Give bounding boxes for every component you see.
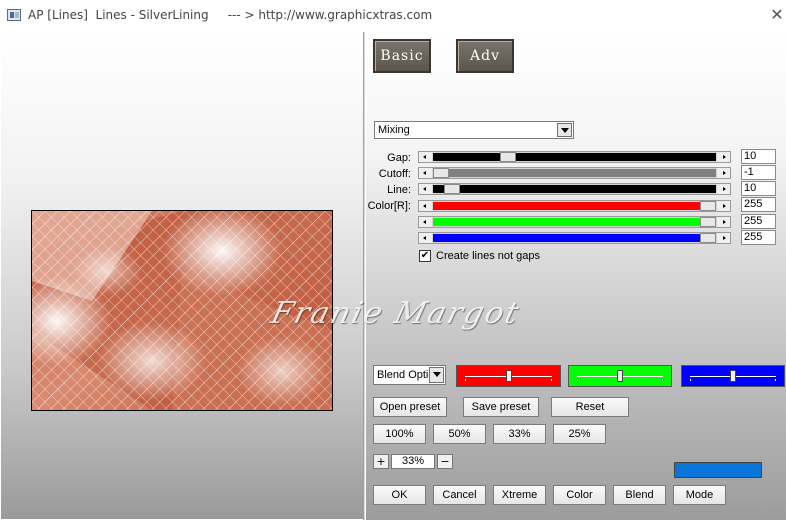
slider-track[interactable] <box>433 202 716 210</box>
arrow-left-icon[interactable] <box>419 168 432 178</box>
zoom-level[interactable]: 33% <box>391 454 435 469</box>
arrow-right-icon[interactable] <box>717 184 730 194</box>
red-slider[interactable] <box>418 200 731 212</box>
cancel-button[interactable]: Cancel <box>433 485 486 505</box>
create-lines-checkbox[interactable]: ✔ <box>419 250 431 262</box>
blue-slider[interactable] <box>418 232 731 244</box>
gap-slider[interactable] <box>418 151 731 163</box>
tab-basic[interactable]: Basic <box>373 39 431 73</box>
cutoff-slider[interactable] <box>418 167 731 179</box>
line-value[interactable]: 10 <box>741 181 776 196</box>
slider-label-color-r: Color[R]: <box>367 200 411 212</box>
slider-track[interactable] <box>433 185 716 193</box>
blend-options-value: Blend Options <box>377 369 429 381</box>
close-icon[interactable]: ✕ <box>768 6 786 24</box>
color-swatch[interactable] <box>674 462 762 478</box>
slider-track[interactable] <box>433 153 716 161</box>
ok-button[interactable]: OK <box>373 485 426 505</box>
arrow-left-icon[interactable] <box>419 184 432 194</box>
arrow-right-icon[interactable] <box>717 201 730 211</box>
watermark: Franie Margot <box>267 296 524 331</box>
green-slider[interactable] <box>418 216 731 228</box>
color-button[interactable]: Color <box>553 485 606 505</box>
slider-thumb[interactable] <box>617 370 623 382</box>
zoom-50-button[interactable]: 50% <box>433 424 486 444</box>
red-value[interactable]: 255 <box>741 197 776 212</box>
create-lines-label: Create lines not gaps <box>436 250 540 262</box>
mode-dropdown-value: Mixing <box>378 124 410 136</box>
arrow-left-icon[interactable] <box>419 201 432 211</box>
slider-label-line: Line: <box>387 184 411 196</box>
blue-channel-slider[interactable] <box>681 365 785 387</box>
preview-pane <box>1 32 363 519</box>
cutoff-value[interactable]: -1 <box>741 165 776 180</box>
arrow-left-icon[interactable] <box>419 217 432 227</box>
slider-thumb[interactable] <box>700 233 716 243</box>
blue-value[interactable]: 255 <box>741 230 776 245</box>
arrow-left-icon[interactable] <box>419 233 432 243</box>
zoom-plus-button[interactable]: + <box>373 454 389 469</box>
slider-track[interactable] <box>433 218 716 226</box>
arrow-left-icon[interactable] <box>419 152 432 162</box>
line-slider[interactable] <box>418 183 731 195</box>
mode-button[interactable]: Mode <box>673 485 726 505</box>
controls-pane <box>366 32 786 520</box>
slider-label-cutoff: Cutoff: <box>378 168 411 180</box>
arrow-right-icon[interactable] <box>717 233 730 243</box>
window-title: AP [Lines] Lines - SilverLining --- > ht… <box>28 8 433 22</box>
title-bar: AP [Lines] Lines - SilverLining --- > ht… <box>0 0 786 31</box>
slider-track[interactable] <box>433 234 716 242</box>
chevron-down-icon[interactable] <box>429 367 444 383</box>
blend-button[interactable]: Blend <box>613 485 666 505</box>
gap-value[interactable]: 10 <box>741 149 776 164</box>
arrow-right-icon[interactable] <box>717 217 730 227</box>
app-icon <box>7 9 21 21</box>
zoom-33-button[interactable]: 33% <box>493 424 546 444</box>
chevron-down-icon[interactable] <box>557 123 572 137</box>
slider-thumb[interactable] <box>499 152 516 162</box>
blend-options-dropdown[interactable]: Blend Options <box>373 365 446 385</box>
zoom-minus-button[interactable]: − <box>437 454 453 469</box>
arrow-right-icon[interactable] <box>717 168 730 178</box>
green-value[interactable]: 255 <box>741 214 776 229</box>
tab-adv[interactable]: Adv <box>456 39 514 73</box>
slider-thumb[interactable] <box>730 370 736 382</box>
slider-thumb[interactable] <box>700 201 716 211</box>
open-preset-button[interactable]: Open preset <box>373 397 447 417</box>
slider-thumb[interactable] <box>433 168 449 178</box>
xtreme-button[interactable]: Xtreme <box>493 485 546 505</box>
slider-thumb[interactable] <box>443 184 460 194</box>
slider-track[interactable] <box>433 169 716 177</box>
slider-thumb[interactable] <box>700 217 716 227</box>
green-channel-slider[interactable] <box>568 365 672 387</box>
mode-dropdown[interactable]: Mixing <box>374 121 574 139</box>
save-preset-button[interactable]: Save preset <box>463 397 539 417</box>
slider-label-gap: Gap: <box>387 152 411 164</box>
zoom-100-button[interactable]: 100% <box>373 424 426 444</box>
zoom-25-button[interactable]: 25% <box>553 424 606 444</box>
reset-button[interactable]: Reset <box>551 397 629 417</box>
slider-thumb[interactable] <box>505 370 512 382</box>
arrow-right-icon[interactable] <box>717 152 730 162</box>
red-channel-slider[interactable] <box>456 365 561 387</box>
